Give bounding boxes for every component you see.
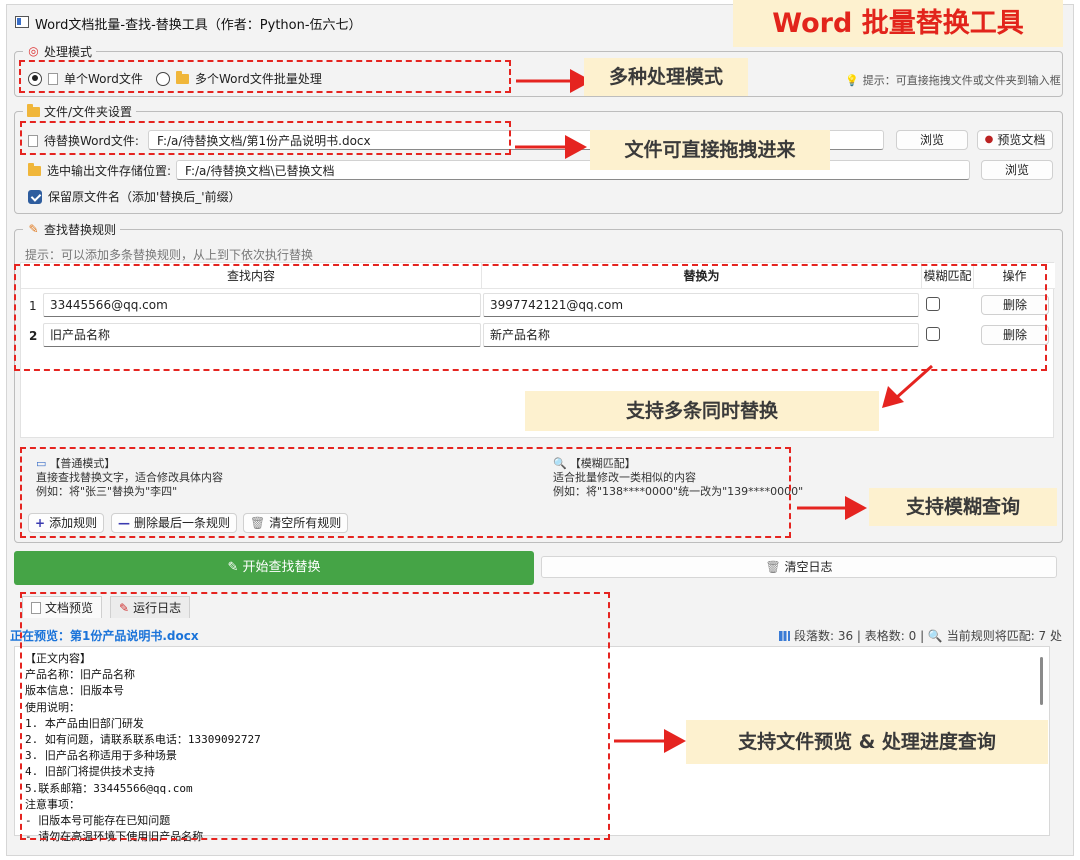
callout-modes: 多种处理模式 (584, 58, 748, 96)
folder-icon (27, 103, 40, 117)
start-replace-button[interactable]: ✎ 开始查找替换 (14, 551, 534, 585)
callout-preview: 支持文件预览 & 处理进度查询 (686, 720, 1048, 764)
output-browse-button[interactable]: 浏览 (981, 160, 1053, 180)
preview-doc-button[interactable]: ● 预览文档 (977, 130, 1053, 150)
mode-group-title: 处理模式 (44, 45, 93, 59)
highlight-mode-cards-frame (20, 447, 791, 538)
rules-group-title: 查找替换规则 (44, 223, 117, 237)
clear-log-button[interactable]: 🗑 清空日志 (541, 556, 1057, 578)
keep-name-checkbox[interactable] (28, 189, 42, 204)
chart-icon (778, 630, 790, 641)
highlight-source-frame (20, 121, 511, 155)
arrow-icon (614, 729, 686, 753)
highlight-preview-frame (20, 592, 610, 840)
brush-icon: ✎ (227, 560, 239, 575)
eye-icon: ● (984, 134, 994, 145)
arrow-icon (797, 496, 867, 520)
preview-stats: 段落数: 36 | 表格数: 0 | 🔍 当前规则将匹配: 7 处 (778, 627, 1062, 644)
keep-name-option[interactable]: 保留原文件名（添加'替换后_'前缀） (28, 188, 241, 205)
arrow-icon (516, 69, 592, 93)
highlight-table-frame (14, 264, 1047, 371)
folder-icon (28, 162, 41, 176)
drag-tip: 💡 提示：可直接拖拽文件或文件夹到输入框 (845, 73, 1061, 88)
callout-fuzzy: 支持模糊查询 (869, 488, 1057, 526)
app-icon (15, 16, 29, 28)
bulb-icon: 💡 (845, 73, 859, 87)
file-group-title: 文件/文件夹设置 (44, 105, 133, 119)
banner-title: Word 批量替换工具 (733, 0, 1063, 47)
scrollbar[interactable] (1040, 657, 1043, 705)
output-folder-input[interactable]: F:/a/待替换文档\已替换文档 (176, 160, 970, 180)
pencil-icon: ✎ (28, 222, 39, 236)
rules-hint: 提示：可以添加多条替换规则，从上到下依次执行替换 (25, 248, 314, 262)
window-title: Word文档批量-查找-替换工具（作者：Python-伍六七） (35, 18, 362, 33)
trash-icon: 🗑 (765, 560, 781, 574)
target-icon: ◎ (28, 44, 39, 58)
highlight-mode-frame (19, 60, 511, 93)
callout-drag: 文件可直接拖拽进来 (590, 130, 830, 170)
arrow-icon (882, 364, 933, 408)
source-browse-button[interactable]: 浏览 (896, 130, 968, 150)
keep-name-label: 保留原文件名（添加'替换后_'前缀） (48, 190, 241, 204)
callout-multi: 支持多条同时替换 (525, 391, 879, 431)
arrow-icon (515, 135, 587, 159)
output-label-row: 选中输出文件存储位置: (28, 162, 171, 179)
output-label: 选中输出文件存储位置: (47, 164, 172, 178)
